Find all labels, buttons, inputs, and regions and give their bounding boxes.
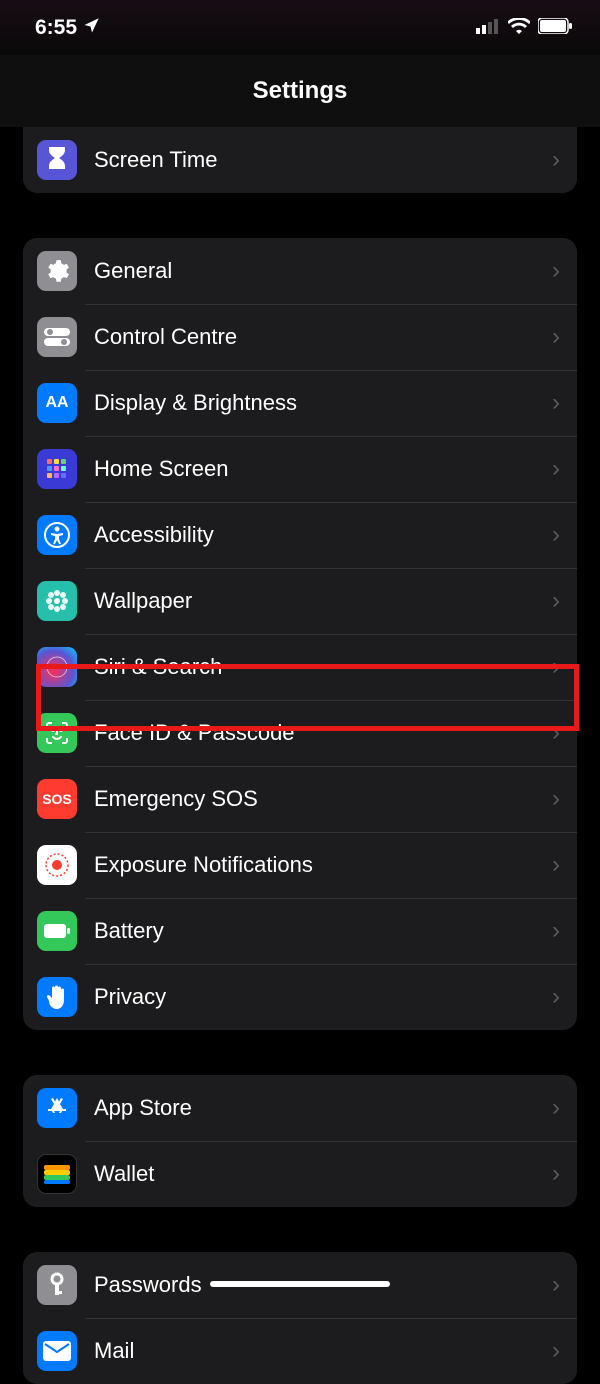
wifi-icon [508,16,530,40]
settings-row-face-id-passcode[interactable]: Face ID & Passcode › [23,700,577,766]
cellular-icon [476,16,500,40]
mail-icon [37,1331,77,1371]
siri-icon [37,647,77,687]
row-label: Mail [94,1338,552,1364]
settings-row-mail[interactable]: Mail › [23,1318,577,1384]
chevron-right-icon: › [552,521,560,549]
settings-row-control-centre[interactable]: Control Centre › [23,304,577,370]
chevron-right-icon: › [552,1337,560,1365]
settings-row-emergency-sos[interactable]: SOS Emergency SOS › [23,766,577,832]
settings-group: App Store › Wallet › [23,1075,577,1207]
app-grid-icon [37,449,77,489]
chevron-right-icon: › [552,983,560,1011]
chevron-right-icon: › [552,917,560,945]
exposure-icon [37,845,77,885]
chevron-right-icon: › [552,1271,560,1299]
chevron-right-icon: › [552,1160,560,1188]
chevron-right-icon: › [552,323,560,351]
gear-icon [37,251,77,291]
chevron-right-icon: › [552,389,560,417]
face-id-icon [37,713,77,753]
row-label: Siri & Search [94,654,552,680]
chevron-right-icon: › [552,146,560,174]
status-bar: 6:55 [0,0,600,55]
accessibility-icon [37,515,77,555]
chevron-right-icon: › [552,1094,560,1122]
chevron-right-icon: › [552,587,560,615]
settings-row-screen-time[interactable]: Screen Time › [23,127,577,193]
chevron-right-icon: › [552,455,560,483]
status-right [476,16,572,40]
settings-row-home-screen[interactable]: Home Screen › [23,436,577,502]
row-label: Battery [94,918,552,944]
settings-row-app-store[interactable]: App Store › [23,1075,577,1141]
row-label: Screen Time [94,147,552,173]
text-size-icon: AA [37,383,77,423]
row-label: Face ID & Passcode [94,720,552,746]
row-label: Accessibility [94,522,552,548]
status-time: 6:55 [35,16,77,40]
hourglass-icon [37,140,77,180]
settings-row-exposure-notifications[interactable]: Exposure Notifications › [23,832,577,898]
row-label: Control Centre [94,324,552,350]
row-label: Wallet [94,1161,552,1187]
row-label: Home Screen [94,456,552,482]
chevron-right-icon: › [552,257,560,285]
app-store-icon [37,1088,77,1128]
toggles-icon [37,317,77,357]
battery-icon [37,911,77,951]
settings-row-display-brightness[interactable]: AA Display & Brightness › [23,370,577,436]
key-icon [37,1265,77,1305]
settings-row-privacy[interactable]: Privacy › [23,964,577,1030]
hand-icon [37,977,77,1017]
page-header: Settings [0,55,600,127]
flower-icon [37,581,77,621]
page-title: Settings [253,77,348,105]
row-label: Emergency SOS [94,786,552,812]
location-icon [83,16,101,40]
settings-group: Screen Time › [23,127,577,193]
row-label: Privacy [94,984,552,1010]
row-label: Display & Brightness [94,390,552,416]
row-label: Exposure Notifications [94,852,552,878]
chevron-right-icon: › [552,785,560,813]
battery-icon [538,16,572,40]
chevron-right-icon: › [552,719,560,747]
settings-group: Passwords › Mail › [23,1252,577,1384]
settings-row-wallpaper[interactable]: Wallpaper › [23,568,577,634]
settings-row-siri-search[interactable]: Siri & Search › [23,634,577,700]
status-left: 6:55 [35,16,101,40]
sos-icon: SOS [37,779,77,819]
row-label: App Store [94,1095,552,1121]
settings-group: General › Control Centre › AA Display & … [23,238,577,1030]
settings-row-general[interactable]: General › [23,238,577,304]
wallet-icon [37,1154,77,1194]
settings-row-accessibility[interactable]: Accessibility › [23,502,577,568]
home-indicator[interactable] [210,1281,390,1287]
settings-row-wallet[interactable]: Wallet › [23,1141,577,1207]
chevron-right-icon: › [552,653,560,681]
chevron-right-icon: › [552,851,560,879]
row-label: Wallpaper [94,588,552,614]
settings-row-battery[interactable]: Battery › [23,898,577,964]
row-label: General [94,258,552,284]
